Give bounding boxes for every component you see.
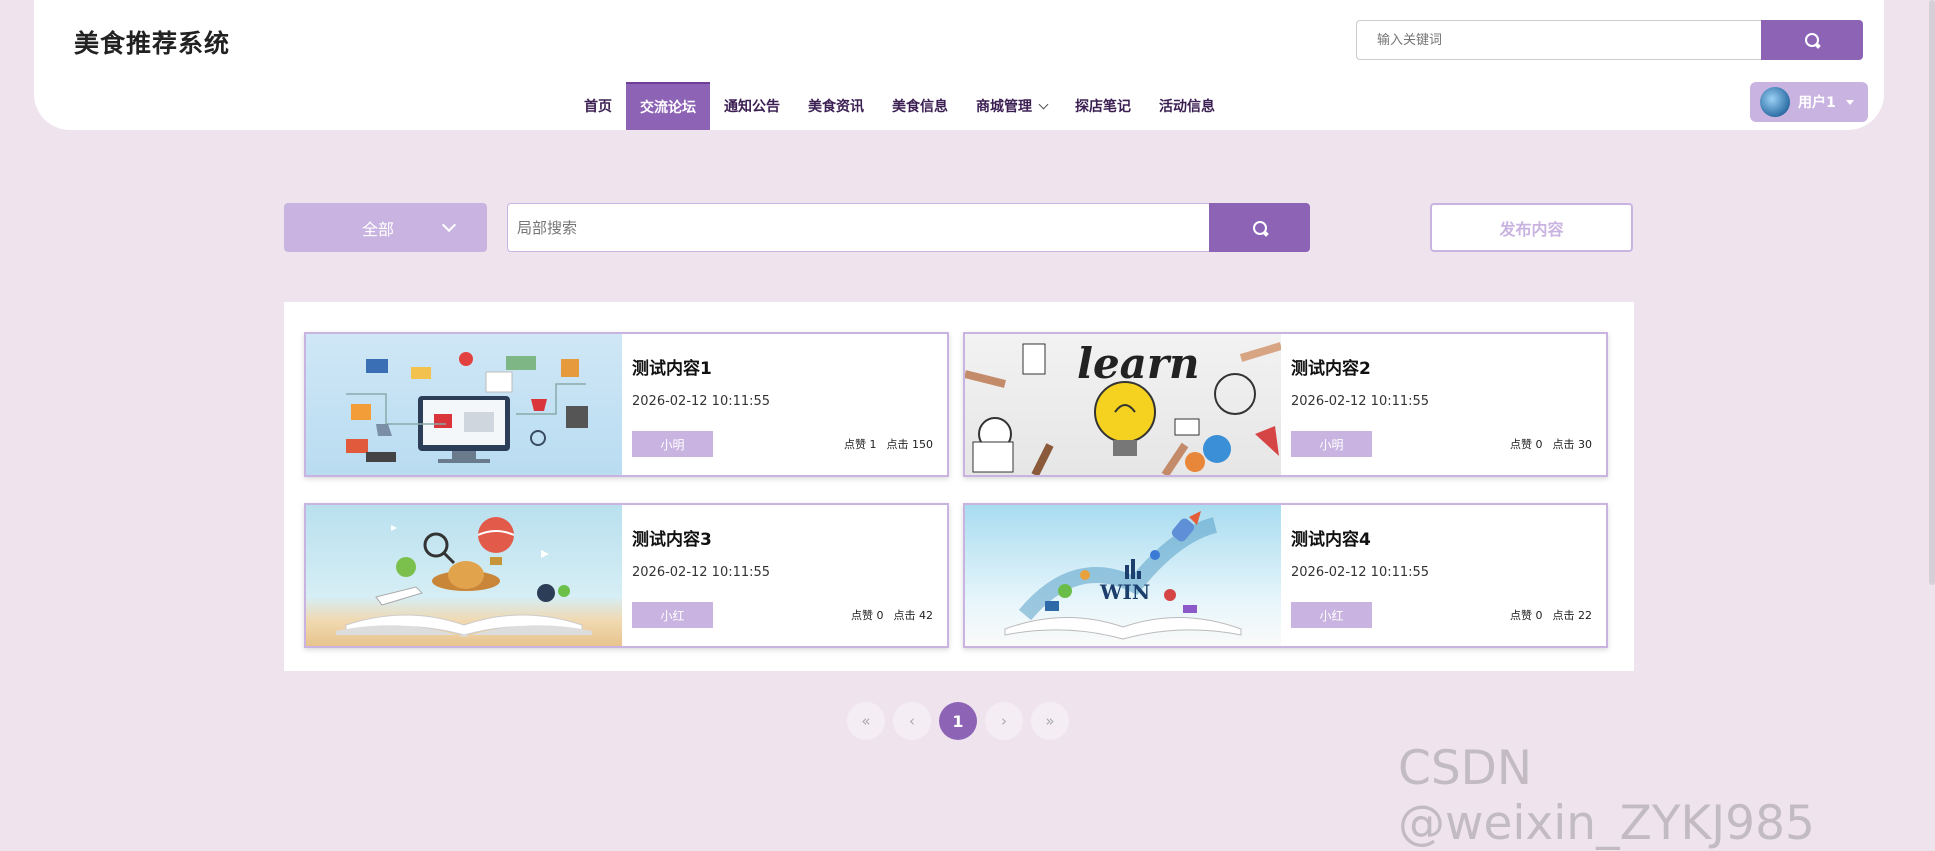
post-card-body: 测试内容2 2026-02-12 10:11:55 小明 点赞 0 点击 30 <box>1281 334 1606 475</box>
nav-item-forum[interactable]: 交流论坛 <box>626 82 710 130</box>
post-stats: 点赞 0 点击 42 <box>851 607 933 623</box>
local-search-button[interactable] <box>1209 203 1310 252</box>
post-title[interactable]: 测试内容2 <box>1291 354 1371 379</box>
post-image-ecommerce <box>306 334 622 475</box>
click-count: 点击 42 <box>893 609 934 622</box>
svg-text:WIN: WIN <box>1099 580 1150 604</box>
nav-item-home[interactable]: 首页 <box>570 82 626 130</box>
post-image-travel-book <box>306 505 622 646</box>
scrollbar[interactable] <box>1929 0 1935 585</box>
like-count: 点赞 1 <box>844 438 877 451</box>
nav-item-mall[interactable]: 商城管理 <box>962 82 1061 130</box>
author-tag: 小红 <box>1291 602 1372 628</box>
post-list: 测试内容1 2026-02-12 10:11:55 小明 点赞 1 点击 150… <box>284 302 1634 671</box>
like-count: 点赞 0 <box>1510 609 1543 622</box>
post-image-win-book: WIN <box>965 505 1281 646</box>
post-card-body: 测试内容1 2026-02-12 10:11:55 小明 点赞 1 点击 150 <box>622 334 947 475</box>
author-tag: 小明 <box>1291 431 1372 457</box>
top-search <box>1356 20 1863 60</box>
like-count: 点赞 0 <box>1510 438 1543 451</box>
category-value: 全部 <box>362 219 395 239</box>
post-title[interactable]: 测试内容1 <box>632 354 712 379</box>
author-tag: 小明 <box>632 431 713 457</box>
page-prev-button[interactable]: ‹ <box>893 702 931 740</box>
page-current-button[interactable]: 1 <box>939 702 977 740</box>
site-title[interactable]: 美食推荐系统 <box>74 24 230 60</box>
post-stats: 点赞 0 点击 30 <box>1510 436 1592 452</box>
learn-illustration: learn <box>965 339 1281 475</box>
nav-item-events[interactable]: 活动信息 <box>1145 82 1229 130</box>
post-card[interactable]: 测试内容3 2026-02-12 10:11:55 小红 点赞 0 点击 42 <box>304 503 949 648</box>
search-icon <box>1252 220 1267 235</box>
post-stats: 点赞 1 点击 150 <box>844 436 933 452</box>
avatar <box>1760 87 1790 117</box>
nav-item-notices[interactable]: 通知公告 <box>710 82 794 130</box>
page-last-button[interactable]: » <box>1031 702 1069 740</box>
nav-item-store-notes[interactable]: 探店笔记 <box>1061 82 1145 130</box>
user-name: 用户1 <box>1798 95 1836 111</box>
post-card[interactable]: learn 测试内容2 2026-02-12 10:11:55 小明 点赞 0 <box>963 332 1608 477</box>
header: 美食推荐系统 首页 交流论坛 通知公告 美食资讯 美食信息 商城管理 探店笔记 … <box>34 0 1884 130</box>
page-first-button[interactable]: « <box>847 702 885 740</box>
publish-button[interactable]: 发布内容 <box>1430 203 1633 252</box>
search-icon <box>1805 33 1819 47</box>
user-menu-button[interactable]: 用户1 <box>1750 82 1868 122</box>
svg-text:learn: learn <box>1077 339 1200 388</box>
post-card-body: 测试内容4 2026-02-12 10:11:55 小红 点赞 0 点击 22 <box>1281 505 1606 646</box>
post-title[interactable]: 测试内容4 <box>1291 525 1371 550</box>
page-next-button[interactable]: › <box>985 702 1023 740</box>
like-count: 点赞 0 <box>851 609 884 622</box>
local-search-input[interactable] <box>507 203 1209 252</box>
watermark: CSDN @weixin_ZYKJ985 <box>1398 741 1815 851</box>
post-time: 2026-02-12 10:11:55 <box>632 565 771 580</box>
travel-book-illustration <box>336 517 592 637</box>
category-select[interactable]: 全部 <box>284 203 487 252</box>
post-image-learn: learn <box>965 334 1281 475</box>
top-search-button[interactable] <box>1761 20 1863 60</box>
post-stats: 点赞 0 点击 22 <box>1510 607 1592 623</box>
nav-item-food-info[interactable]: 美食信息 <box>878 82 962 130</box>
post-time: 2026-02-12 10:11:55 <box>1291 565 1430 580</box>
chevron-down-icon <box>1038 99 1049 109</box>
post-card-body: 测试内容3 2026-02-12 10:11:55 小红 点赞 0 点击 42 <box>622 505 947 646</box>
win-book-illustration: WIN <box>1004 511 1242 640</box>
pagination: « ‹ 1 › » <box>847 702 1069 740</box>
click-count: 点击 22 <box>1552 609 1593 622</box>
click-count: 点击 30 <box>1552 438 1593 451</box>
post-time: 2026-02-12 10:11:55 <box>632 394 771 409</box>
main-nav: 首页 交流论坛 通知公告 美食资讯 美食信息 商城管理 探店笔记 活动信息 <box>570 82 1229 130</box>
post-time: 2026-02-12 10:11:55 <box>1291 394 1430 409</box>
chevron-down-icon <box>441 217 457 232</box>
author-tag: 小红 <box>632 602 713 628</box>
post-card[interactable]: WIN 测试内容4 2026-02-12 10:11:55 小红 点赞 0 点击… <box>963 503 1608 648</box>
click-count: 点击 150 <box>886 438 934 451</box>
caret-down-icon <box>1845 99 1854 105</box>
nav-item-food-news[interactable]: 美食资讯 <box>794 82 878 130</box>
ecommerce-illustration <box>346 352 588 463</box>
top-search-input[interactable] <box>1356 20 1761 60</box>
local-search <box>507 203 1310 252</box>
post-card[interactable]: 测试内容1 2026-02-12 10:11:55 小明 点赞 1 点击 150 <box>304 332 949 477</box>
post-title[interactable]: 测试内容3 <box>632 525 712 550</box>
